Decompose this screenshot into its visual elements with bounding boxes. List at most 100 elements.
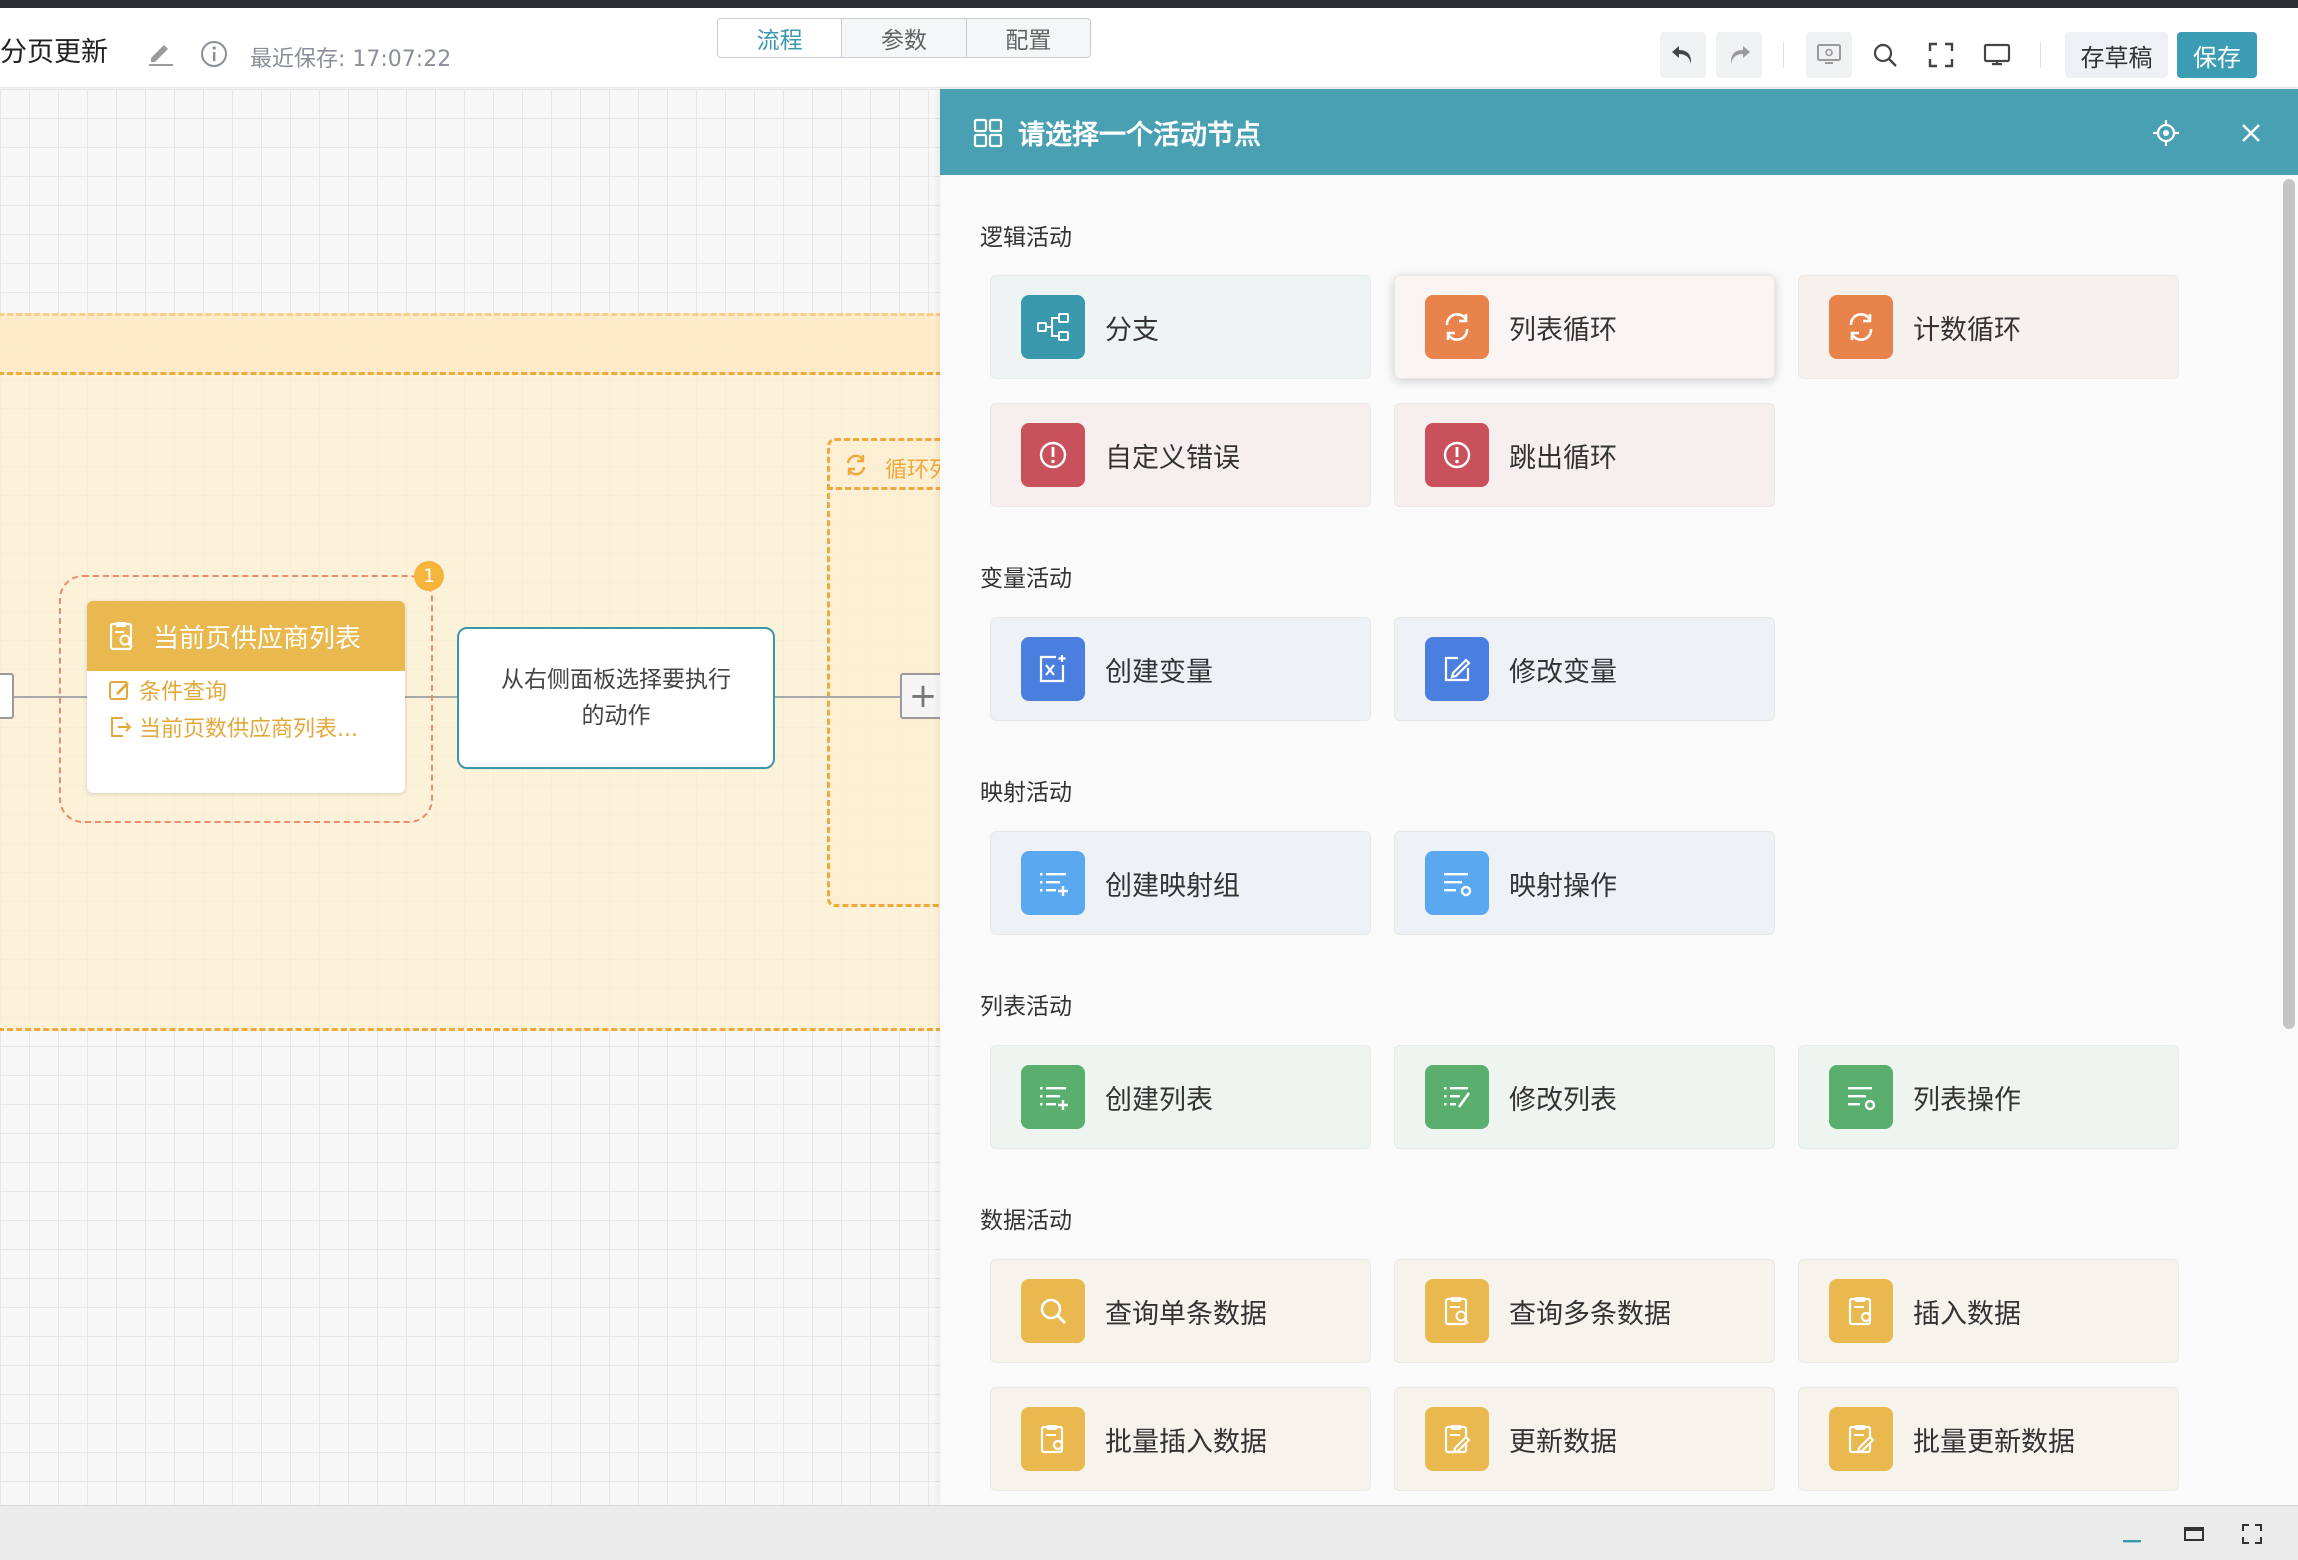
activity-picker-panel: 请选择一个活动节点 逻辑活动 分支 列表循环 计数循环 自定义错误 跳出循环 变… (940, 89, 2298, 1505)
pencil-icon[interactable] (145, 38, 177, 70)
panel-scrollbar[interactable] (2283, 179, 2295, 1029)
activity-label: 查询多条数据 (1509, 1298, 1671, 1330)
add-node-button[interactable]: + (900, 673, 940, 719)
error-icon (1021, 423, 1085, 487)
flow-canvas[interactable]: 循环列 1 当前页供应商列表 条件查询 当前页数供应商列表... 从右侧面板选择… (0, 89, 940, 1505)
activity-label: 跳出循环 (1509, 442, 1617, 474)
loop-icon (846, 454, 866, 476)
close-icon[interactable] (2235, 117, 2267, 149)
activity-query-single[interactable]: 查询单条数据 (990, 1259, 1371, 1363)
activity-query-multiple[interactable]: 查询多条数据 (1394, 1259, 1775, 1363)
minimize-icon[interactable] (2120, 1522, 2144, 1546)
activity-break-loop[interactable]: 跳出循环 (1394, 403, 1775, 507)
activity-create-variable[interactable]: 创建变量 (990, 617, 1371, 721)
undo-button[interactable] (1660, 32, 1706, 78)
activity-create-list[interactable]: 创建列表 (990, 1045, 1371, 1149)
activity-label: 修改变量 (1509, 656, 1617, 688)
redo-button[interactable] (1716, 32, 1762, 78)
add-node-button-left[interactable] (0, 673, 14, 719)
activity-label: 创建映射组 (1105, 870, 1240, 902)
monitor-icon (1983, 43, 2011, 66)
activity-update-data[interactable]: 更新数据 (1394, 1387, 1775, 1491)
preview-button[interactable] (1974, 32, 2020, 78)
panel-header: 请选择一个活动节点 (940, 89, 2298, 175)
activity-label: 批量插入数据 (1105, 1426, 1267, 1458)
activity-custom-error[interactable]: 自定义错误 (990, 403, 1371, 507)
activity-label: 映射操作 (1509, 870, 1617, 902)
query-node-title: 当前页供应商列表 (153, 623, 362, 654)
activity-list-operation[interactable]: 列表操作 (1798, 1045, 2179, 1149)
query-node-row: 条件查询 (87, 671, 405, 708)
list-gear-icon (1829, 1065, 1893, 1129)
activity-count-loop[interactable]: 计数循环 (1798, 275, 2179, 379)
tab-config[interactable]: 配置 (967, 19, 1090, 57)
page-title: 分页更新 (0, 37, 108, 68)
clipboard-gear-icon (1829, 1279, 1893, 1343)
activity-modify-list[interactable]: 修改列表 (1394, 1045, 1775, 1149)
last-saved-text: 最近保存: 17:07:22 (250, 47, 452, 72)
header-bar: 分页更新 最近保存: 17:07:22 流程 参数 配置 存草稿 保存 (0, 8, 2298, 88)
locate-icon[interactable] (2150, 117, 2182, 149)
save-draft-button[interactable]: 存草稿 (2065, 32, 2168, 78)
activity-label: 查询单条数据 (1105, 1298, 1267, 1330)
view-tabs: 流程 参数 配置 (717, 18, 1091, 58)
list-edit-icon (1425, 1065, 1489, 1129)
query-node-header: 当前页供应商列表 (87, 601, 405, 671)
branch-icon (1021, 295, 1085, 359)
activity-label: 创建列表 (1105, 1084, 1213, 1116)
activity-list-loop[interactable]: 列表循环 (1394, 275, 1775, 379)
inner-loop-label: 循环列 (885, 458, 940, 483)
search-icon (1873, 43, 1897, 67)
activity-insert-data[interactable]: 插入数据 (1798, 1259, 2179, 1363)
activity-batch-update-data[interactable]: 批量更新数据 (1798, 1387, 2179, 1491)
variable-icon (1021, 637, 1085, 701)
query-node-row-label: 条件查询 (139, 679, 228, 705)
activity-label: 分支 (1105, 314, 1159, 346)
maximize-icon[interactable] (2182, 1522, 2206, 1546)
list-add-icon (1021, 1065, 1085, 1129)
activity-label: 插入数据 (1913, 1298, 2021, 1330)
clipboard-edit-icon (1829, 1407, 1893, 1471)
activity-label: 计数循环 (1913, 314, 2021, 346)
edit-icon (1425, 637, 1489, 701)
activity-modify-variable[interactable]: 修改变量 (1394, 617, 1775, 721)
tab-flow[interactable]: 流程 (718, 19, 843, 57)
monitor-settings-button[interactable] (1806, 32, 1852, 78)
loop-icon (1829, 295, 1893, 359)
list-gear-icon (1425, 851, 1489, 915)
node-count-badge: 1 (414, 561, 444, 591)
fullscreen-button[interactable] (1918, 32, 1964, 78)
info-icon[interactable] (198, 38, 230, 70)
pending-action-node[interactable]: 从右侧面板选择要执行的动作 (457, 627, 775, 769)
loop-icon (1425, 295, 1489, 359)
connector-line (775, 696, 902, 698)
tab-params[interactable]: 参数 (842, 19, 967, 57)
activity-label: 更新数据 (1509, 1426, 1617, 1458)
expand-icon[interactable] (2240, 1522, 2264, 1546)
activity-label: 创建变量 (1105, 656, 1213, 688)
panel-title: 请选择一个活动节点 (1018, 120, 1261, 151)
undo-icon (1672, 46, 1692, 64)
query-node-row: 当前页数供应商列表... (87, 708, 405, 745)
edit-icon (109, 680, 129, 700)
section-title-variable: 变量活动 (980, 566, 1072, 592)
activity-label: 列表操作 (1913, 1084, 2021, 1116)
activity-mapping-operation[interactable]: 映射操作 (1394, 831, 1775, 935)
grid-icon (973, 118, 1003, 148)
activity-label: 批量更新数据 (1913, 1426, 2075, 1458)
activity-branch[interactable]: 分支 (990, 275, 1371, 379)
search-icon (1021, 1279, 1085, 1343)
section-title-mapping: 映射活动 (980, 780, 1072, 806)
fullscreen-icon (1928, 42, 1954, 68)
section-title-list: 列表活动 (980, 994, 1072, 1020)
save-button[interactable]: 保存 (2177, 32, 2257, 78)
query-node-row-label: 当前页数供应商列表... (139, 716, 358, 742)
section-title-logic: 逻辑活动 (980, 225, 1072, 251)
query-node[interactable]: 当前页供应商列表 条件查询 当前页数供应商列表... (87, 601, 405, 793)
section-title-data: 数据活动 (980, 1208, 1072, 1234)
activity-label: 修改列表 (1509, 1084, 1617, 1116)
activity-batch-insert-data[interactable]: 批量插入数据 (990, 1387, 1371, 1491)
activity-create-mapping-group[interactable]: 创建映射组 (990, 831, 1371, 935)
window-status-bar (0, 1505, 2298, 1560)
search-button[interactable] (1862, 32, 1908, 78)
